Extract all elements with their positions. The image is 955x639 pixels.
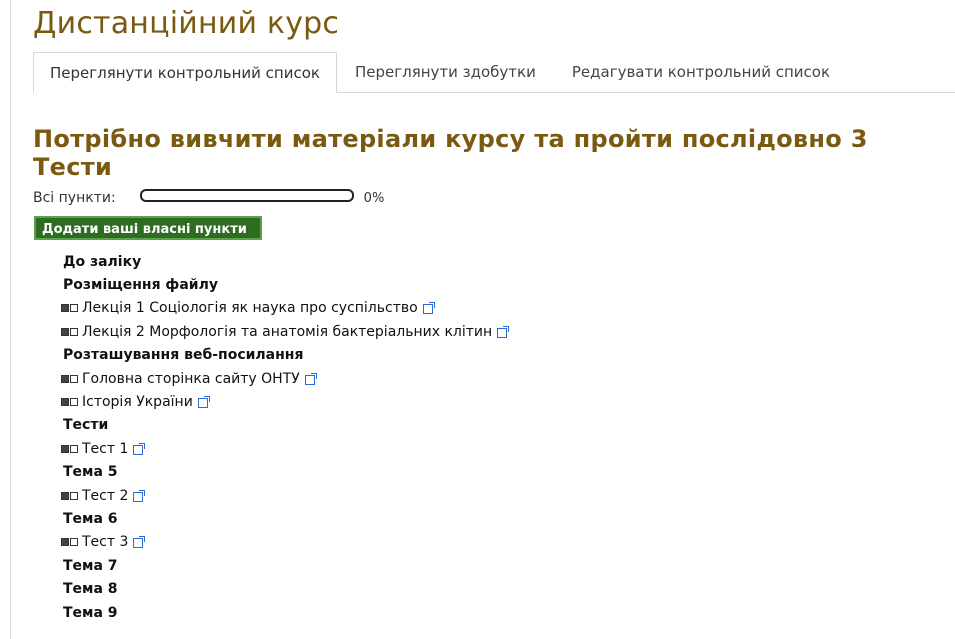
teacher-checkbox — [61, 444, 69, 453]
checklist-heading-text: Тести — [63, 417, 109, 434]
teacher-checkbox — [61, 304, 69, 313]
checkbox-pair — [61, 538, 79, 547]
checklist-heading-item: Тести — [63, 414, 507, 437]
checklist-heading-item: Тема 9 — [63, 601, 507, 624]
tab-bar: Переглянути контрольний список Перегляну… — [33, 52, 955, 93]
student-checkbox[interactable] — [70, 398, 78, 407]
student-checkbox[interactable] — [70, 327, 78, 336]
checklist-heading-item: Розміщення файлу — [63, 273, 507, 296]
checklist-heading-text: Розташування веб-посилання — [63, 347, 304, 364]
checklist-heading-item: Тема 6 — [63, 507, 507, 530]
external-link-icon[interactable] — [133, 442, 146, 455]
external-link-icon[interactable] — [133, 489, 146, 502]
checklist-item-label: Історія України — [82, 394, 193, 411]
page-left-border — [10, 0, 11, 639]
checklist-item-label: Лекція 1 Соціологія як наука про суспіль… — [82, 300, 418, 317]
checklist-heading-text: Тема 6 — [63, 510, 118, 527]
tab-edit-checklist[interactable]: Редагувати контрольний список — [554, 52, 848, 92]
external-link-icon[interactable] — [422, 302, 435, 315]
external-link-icon[interactable] — [133, 536, 146, 549]
checklist-heading-text: Тема 8 — [63, 581, 118, 598]
teacher-checkbox — [61, 491, 69, 500]
teacher-checkbox — [61, 374, 69, 383]
page-title: Дистанційний курс — [33, 6, 340, 41]
checklist-heading-text: Розміщення файлу — [63, 277, 218, 294]
student-checkbox[interactable] — [70, 491, 78, 500]
progress-label: Всі пункти: — [33, 190, 116, 206]
checklist-item: Лекція 1 Соціологія як наука про суспіль… — [61, 297, 507, 320]
checklist-item: Тест 2 — [61, 484, 507, 507]
checklist-heading-text: Тема 5 — [63, 464, 118, 481]
checklist-item-label: Тест 3 — [82, 534, 129, 551]
checklist-item: Тест 1 — [61, 437, 507, 460]
tab-view-checklist[interactable]: Переглянути контрольний список — [33, 52, 337, 93]
checklist: До заліку Розміщення файлу Лекція 1 Соціол… — [61, 250, 510, 624]
external-link-icon[interactable] — [497, 325, 510, 338]
teacher-checkbox — [61, 538, 69, 547]
progress-row: Всі пункти: 0% — [33, 188, 385, 206]
checklist-heading: Потрібно вивчити матеріали курсу та прой… — [33, 125, 868, 181]
checkbox-pair — [61, 491, 79, 500]
checklist-item-label: Головна сторінка сайту ОНТУ — [82, 370, 300, 387]
teacher-checkbox — [61, 398, 69, 407]
checklist-item: Головна сторінка сайту ОНТУ — [61, 367, 507, 390]
checkbox-pair — [61, 327, 79, 336]
checklist-item-label: Тест 2 — [82, 487, 129, 504]
checklist-heading-text: Тема 9 — [63, 604, 118, 621]
checklist-item: Лекція 2 Морфологія та анатомія бактеріа… — [61, 320, 510, 343]
add-own-items-button[interactable]: Додати ваші власні пункти — [34, 216, 262, 240]
external-link-icon[interactable] — [304, 372, 317, 385]
progress-percent: 0% — [363, 190, 385, 206]
checklist-heading-item: Тема 7 — [63, 554, 507, 577]
checkbox-pair — [61, 304, 79, 313]
tab-view-progress[interactable]: Переглянути здобутки — [337, 52, 554, 92]
checklist-heading-item: Тема 5 — [63, 461, 507, 484]
checkbox-pair — [61, 398, 79, 407]
teacher-checkbox — [61, 327, 69, 336]
checklist-item: Тест 3 — [61, 531, 507, 554]
checklist-item-label: Лекція 2 Морфологія та анатомія бактеріа… — [82, 323, 493, 340]
external-link-icon[interactable] — [197, 396, 210, 409]
checklist-heading-text: Тема 7 — [63, 557, 118, 574]
student-checkbox[interactable] — [70, 374, 78, 383]
checkbox-pair — [61, 374, 79, 383]
checklist-heading-item: Розташування веб-посилання — [63, 344, 507, 367]
checklist-item: Історія України — [61, 390, 507, 413]
progress-bar — [139, 188, 354, 202]
checkbox-pair — [61, 444, 79, 453]
checklist-heading-text: До заліку — [63, 253, 142, 270]
student-checkbox[interactable] — [70, 304, 78, 313]
student-checkbox[interactable] — [70, 444, 78, 453]
checklist-heading-item: До заліку — [63, 250, 507, 273]
student-checkbox[interactable] — [70, 538, 78, 547]
checklist-item-label: Тест 1 — [82, 440, 129, 457]
checklist-heading-item: Тема 8 — [63, 577, 507, 600]
